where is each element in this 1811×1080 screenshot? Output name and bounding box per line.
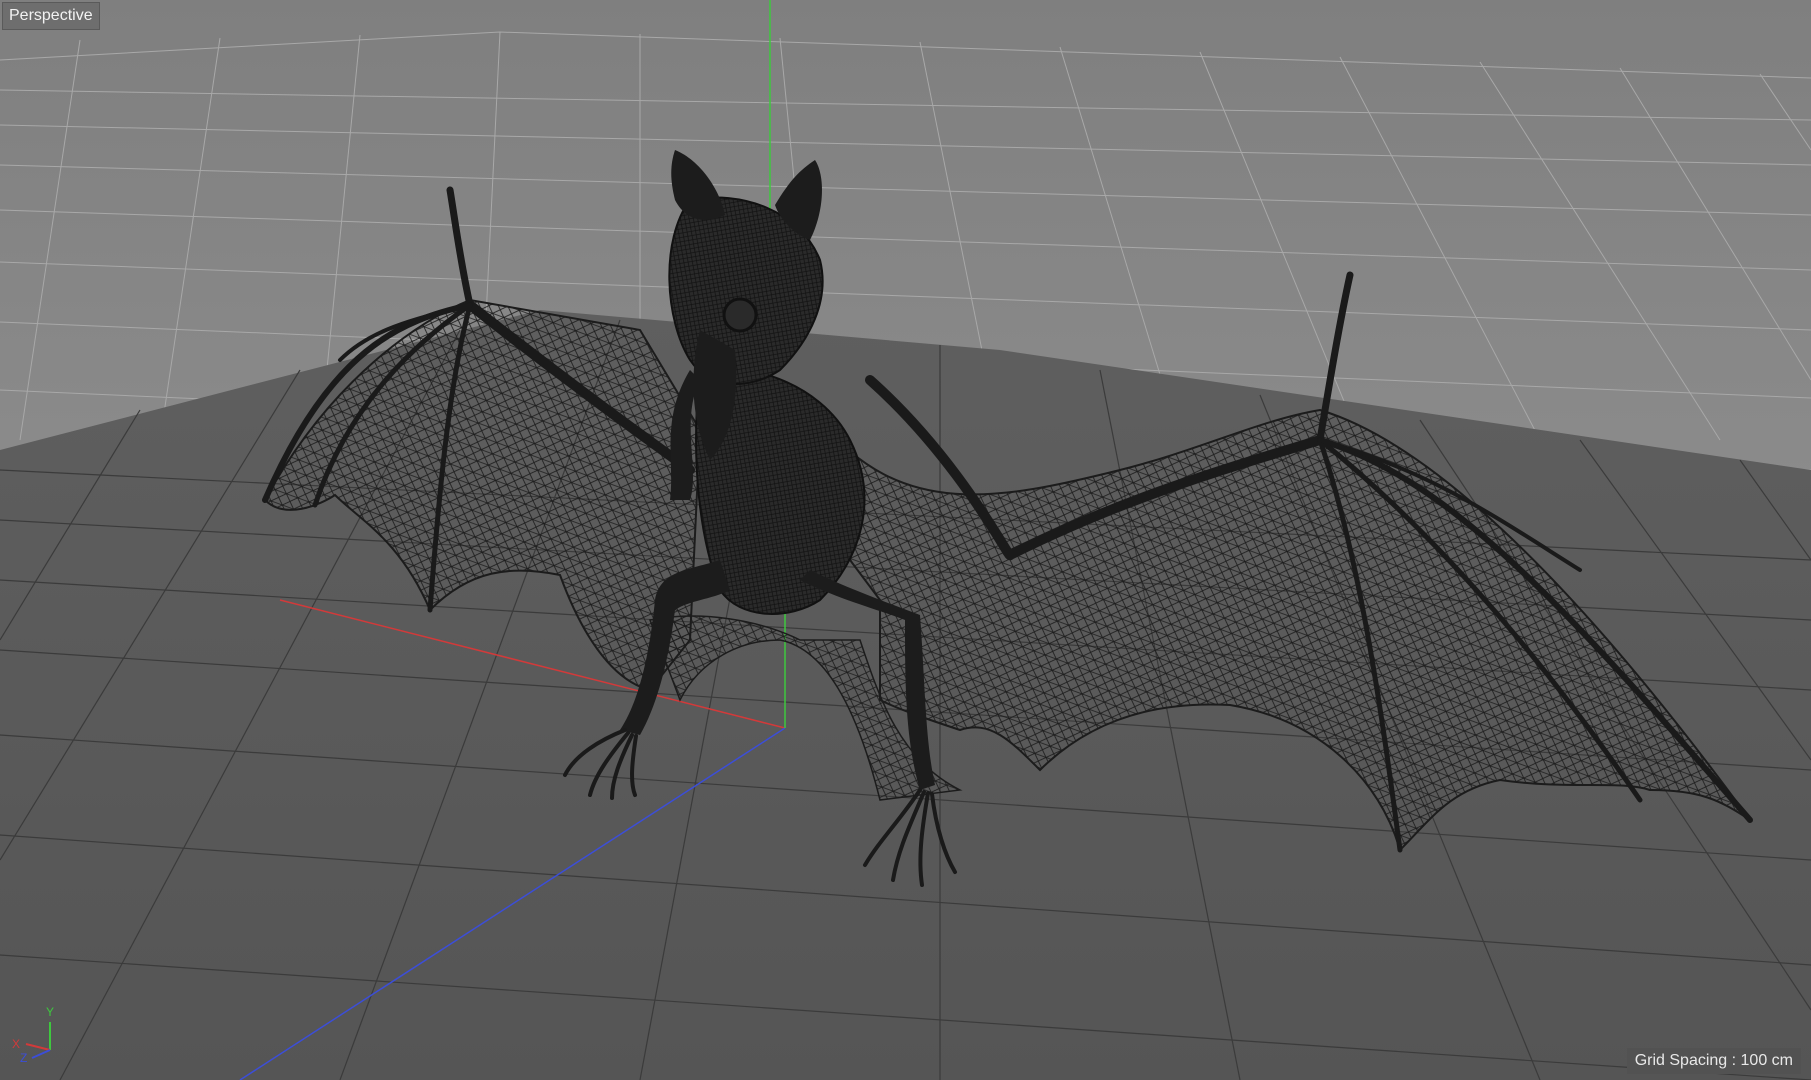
axis-z-label: Z (20, 1051, 28, 1065)
axis-gizmo-graphic (25, 1022, 51, 1059)
view-name-label[interactable]: Perspective (2, 2, 100, 30)
viewport-scene[interactable] (0, 0, 1811, 1080)
bat-eye (722, 297, 758, 333)
perspective-viewport[interactable]: Perspective Y X Z Grid Spacing : 100 cm (0, 0, 1811, 1080)
grid-spacing-readout: Grid Spacing : 100 cm (1626, 1048, 1801, 1074)
axis-y-label: Y (46, 1005, 55, 1019)
axis-x-label: X (12, 1037, 21, 1051)
xyz-axis-gizmo-icon: Y X Z (10, 1000, 70, 1064)
